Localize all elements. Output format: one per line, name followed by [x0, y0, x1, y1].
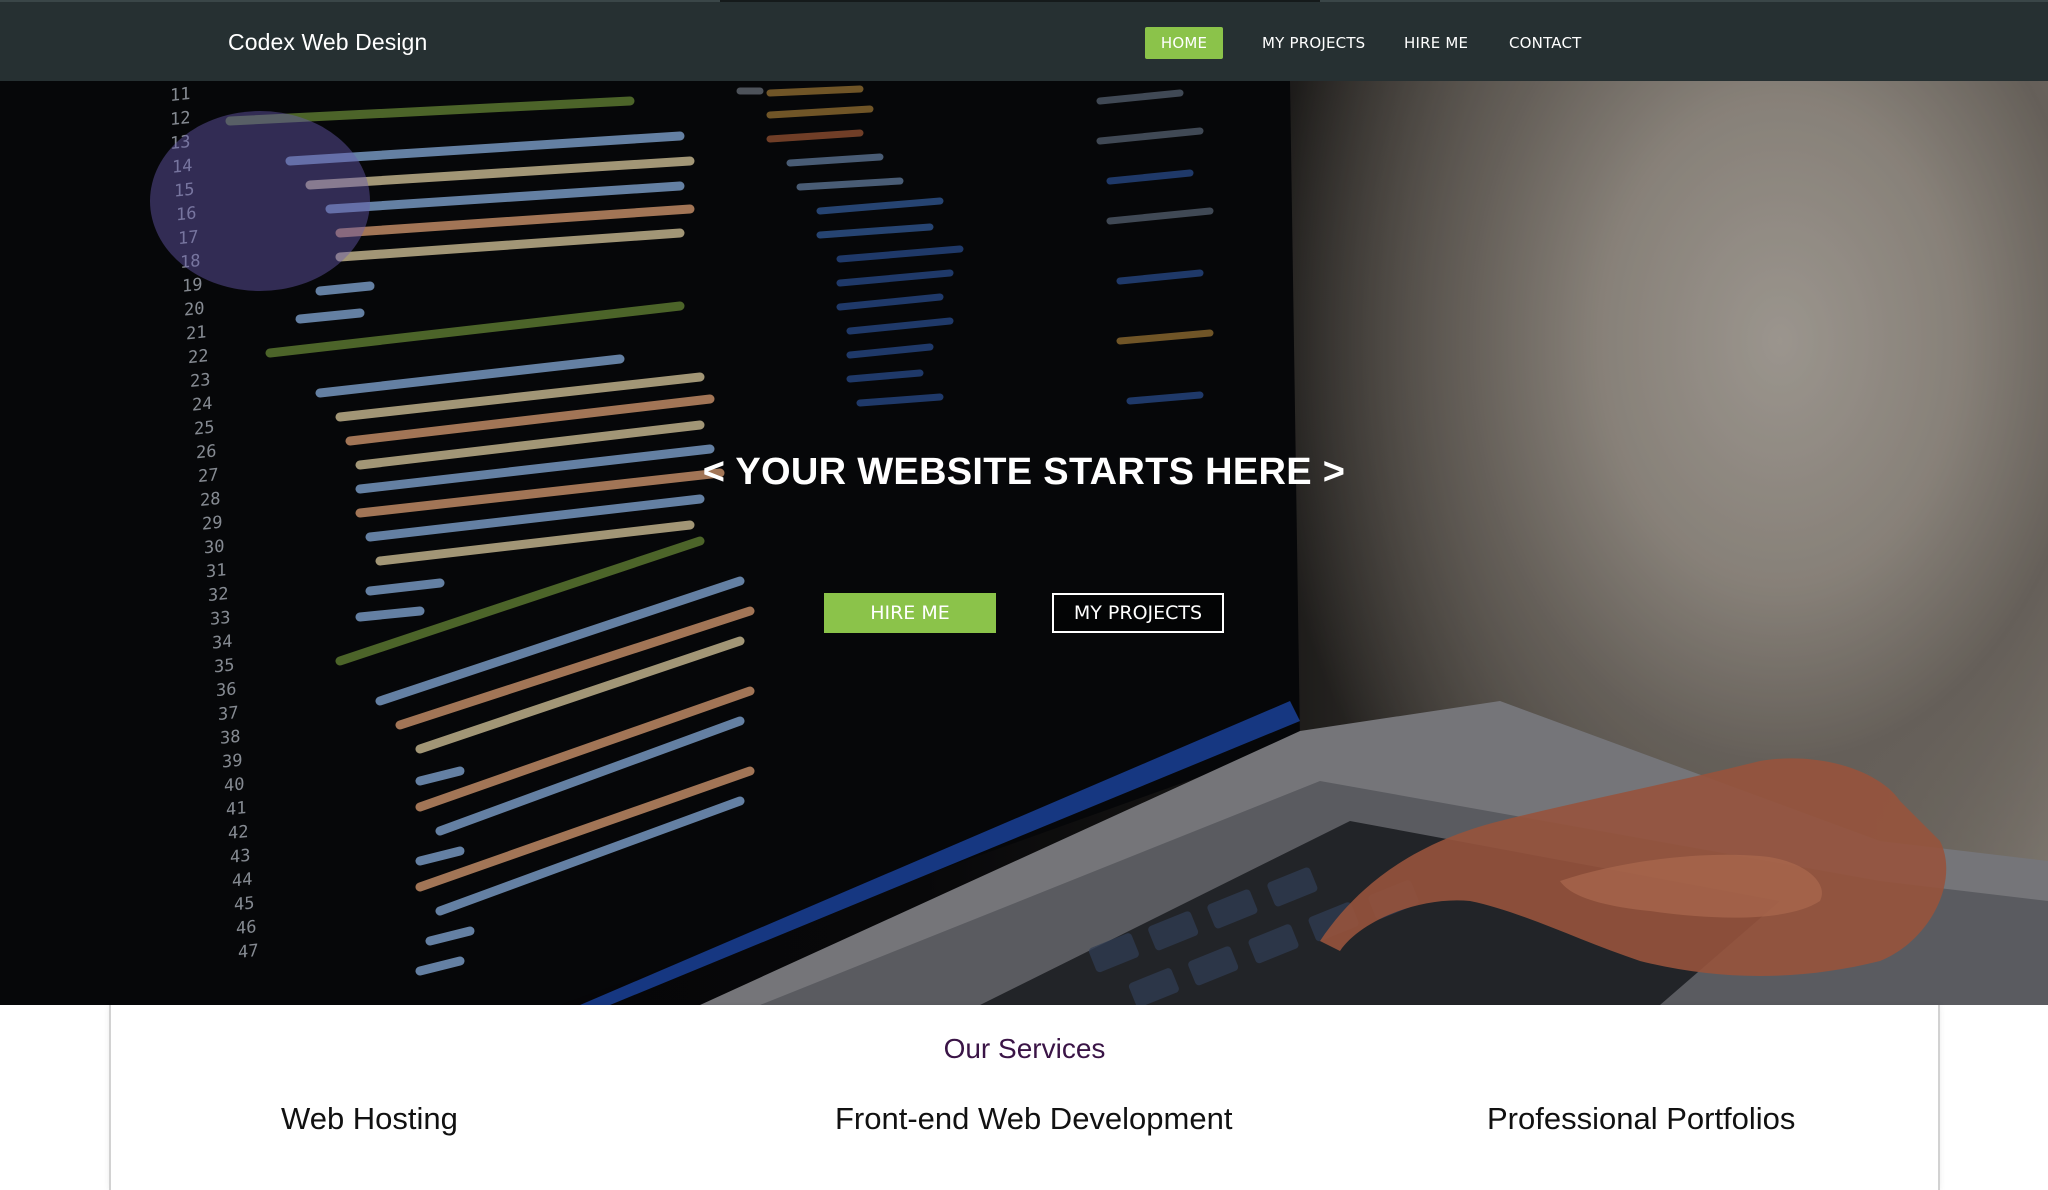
my-projects-button[interactable]: MY PROJECTS: [1052, 593, 1224, 633]
service-front-end-web-development: Front-end Web Development: [835, 1101, 1233, 1136]
service-professional-portfolios: Professional Portfolios: [1487, 1101, 1796, 1136]
hero-section: 10 11 12 13 14 15 16 17 18 19 20 21 22 2…: [0, 81, 2048, 1005]
hero-dark-overlay: [0, 81, 2048, 1005]
service-web-hosting: Web Hosting: [281, 1101, 458, 1136]
services-section: Our Services Web Hosting Front-end Web D…: [109, 1005, 1940, 1190]
nav-contact-link[interactable]: CONTACT: [1509, 27, 1582, 59]
services-heading: Our Services: [943, 1033, 1106, 1064]
nav-my-projects-link[interactable]: MY PROJECTS: [1262, 27, 1365, 59]
nav-links: HOME MY PROJECTS HIRE ME CONTACT: [0, 27, 2048, 59]
nav-home-link[interactable]: HOME: [1145, 27, 1223, 59]
hire-me-button[interactable]: HIRE ME: [824, 593, 996, 633]
hero-title: < YOUR WEBSITE STARTS HERE >: [702, 451, 1346, 493]
top-navbar: Codex Web Design HOME MY PROJECTS HIRE M…: [0, 0, 2048, 81]
nav-hire-me-link[interactable]: HIRE ME: [1404, 27, 1468, 59]
